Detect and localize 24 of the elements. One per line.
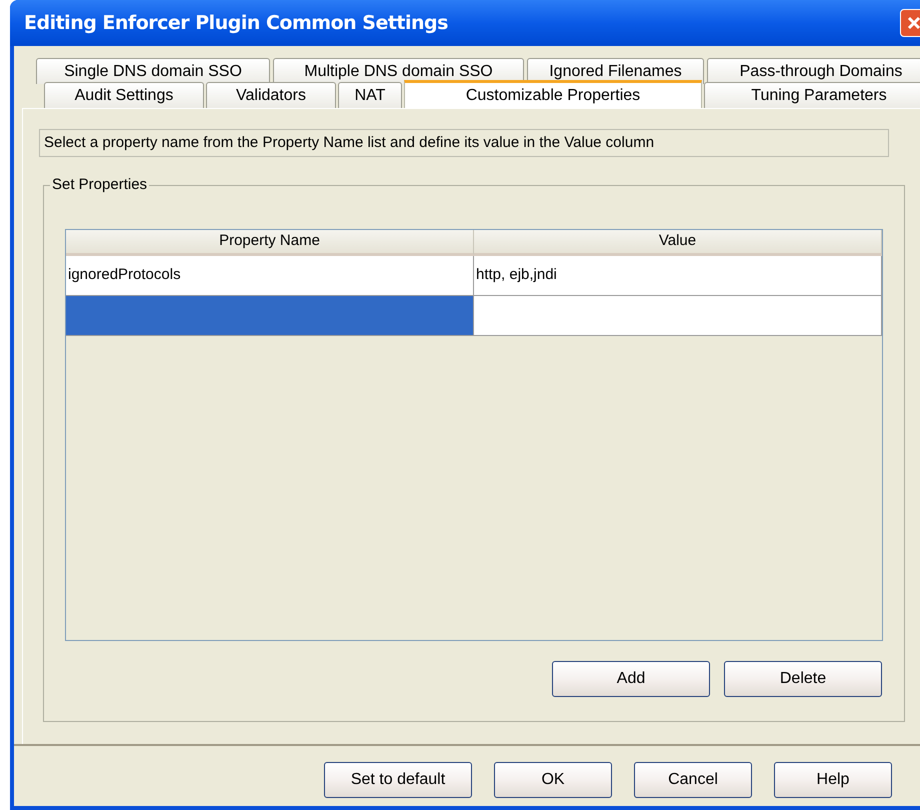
group-title: Set Properties (50, 175, 150, 195)
button[interactable]: Cancel (634, 762, 752, 798)
button[interactable]: OK (494, 762, 612, 798)
close-icon (906, 15, 920, 31)
tab[interactable]: NAT (338, 82, 402, 108)
table-cell[interactable]: http, ejb,jndi (474, 256, 882, 296)
table-cell[interactable] (66, 296, 474, 336)
tab[interactable]: Customizable Properties (404, 80, 702, 108)
button[interactable]: Delete (724, 661, 882, 697)
instruction-text: Select a property name from the Property Name list and define its value in the Value column (39, 129, 889, 157)
tab[interactable]: Pass-through Domains (707, 58, 920, 84)
button[interactable]: Set to default (324, 762, 472, 798)
tab[interactable]: Single DNS domain SSO (36, 58, 270, 84)
tab[interactable]: Audit Settings (44, 82, 204, 108)
tab[interactable]: Validators (206, 82, 336, 108)
table-cell[interactable] (474, 296, 882, 336)
window-title: Editing Enforcer Plugin Common Settings (24, 10, 448, 36)
column-header[interactable]: Property Name (66, 230, 474, 256)
button[interactable]: Help (774, 762, 892, 798)
close-button[interactable] (900, 9, 920, 37)
table-cell[interactable]: ignoredProtocols (66, 256, 474, 296)
tab[interactable]: Tuning Parameters (704, 82, 920, 108)
column-header[interactable]: Value (474, 230, 882, 256)
button[interactable]: Add (552, 661, 710, 697)
